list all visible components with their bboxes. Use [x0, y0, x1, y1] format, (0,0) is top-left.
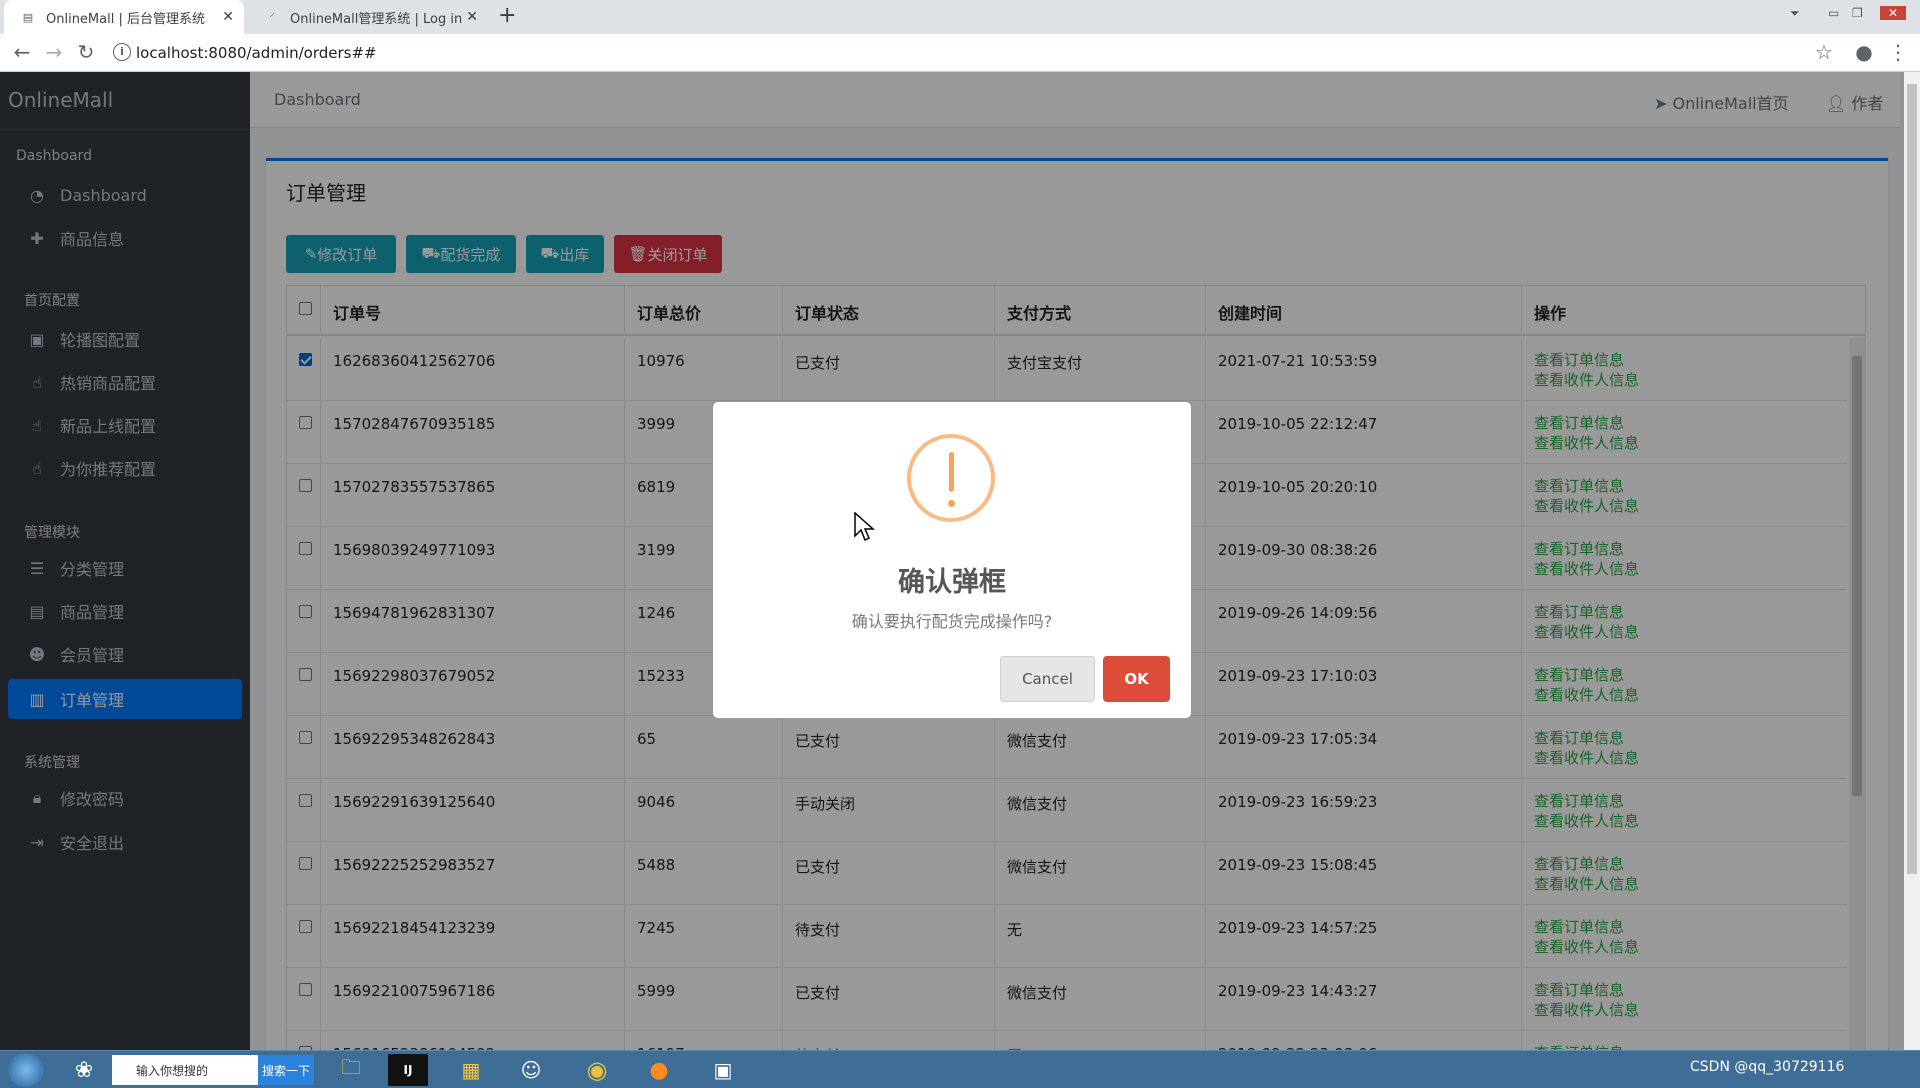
browser-toolbar: ← → ↻ i localhost:8080/admin/orders## ☆ …: [0, 34, 1920, 72]
taskbar-search-input[interactable]: 输入你想搜的: [112, 1055, 258, 1085]
reload-icon[interactable]: ↻: [74, 40, 98, 64]
intellij-app-icon[interactable]: IJ: [388, 1054, 428, 1086]
back-icon[interactable]: ←: [10, 40, 34, 64]
tab-title: OnlineMall | 后台管理系统: [46, 11, 205, 27]
tray-watermark: CSDN @qq_30729116: [1690, 1059, 1845, 1075]
forward-icon[interactable]: →: [42, 40, 66, 64]
browser-tab-strip: ▤ OnlineMall | 后台管理系统 ✕ ⸍ OnlineMall管理系统…: [0, 0, 1920, 34]
scrollbar-thumb[interactable]: [1907, 84, 1917, 874]
app-icon[interactable]: ❀: [64, 1054, 104, 1086]
terminal-app-icon[interactable]: ▣: [700, 1054, 746, 1086]
address-bar[interactable]: localhost:8080/admin/orders##: [136, 44, 377, 62]
minimize-icon[interactable]: ▭: [1828, 6, 1839, 20]
qq-app-icon[interactable]: ☺: [508, 1054, 554, 1086]
os-taskbar: ❀ 输入你想搜的 搜索一下 🗀 IJ ▦ ☺ ◉ ● ▣ CSDN @qq_30…: [0, 1050, 1920, 1088]
mouse-cursor-icon: [854, 512, 875, 542]
tab-title: OnlineMall管理系统 | Log in: [290, 11, 463, 27]
window-close-icon[interactable]: ✕: [1880, 6, 1907, 20]
close-icon[interactable]: ✕: [466, 9, 478, 25]
warning-icon: [907, 434, 995, 522]
confirm-dialog: 确认弹框 确认要执行配货完成操作吗? Cancel OK: [713, 402, 1191, 718]
page-icon: ▤: [22, 10, 34, 24]
explorer-app-icon[interactable]: ▦: [448, 1054, 494, 1086]
dialog-title: 确认弹框: [898, 567, 1006, 598]
ok-button[interactable]: OK: [1103, 656, 1170, 702]
new-tab-icon[interactable]: +: [498, 3, 516, 28]
start-button-icon[interactable]: [8, 1053, 44, 1087]
bookmark-star-icon[interactable]: ☆: [1812, 40, 1836, 64]
browser-tab-admin[interactable]: ▤ OnlineMall | 后台管理系统 ✕: [4, 0, 244, 34]
browser-tab-login[interactable]: ⸍ OnlineMall管理系统 | Log in ✕: [248, 0, 488, 34]
restore-icon[interactable]: ❐: [1852, 6, 1863, 20]
menu-icon[interactable]: ⋮: [1886, 40, 1910, 64]
folder-app-icon[interactable]: 🗀: [328, 1054, 374, 1086]
dialog-message: 确认要执行配货完成操作吗?: [851, 612, 1053, 631]
tab-search-icon[interactable]: ⏷: [1790, 6, 1800, 21]
page-scrollbar[interactable]: [1904, 72, 1920, 1050]
firefox-app-icon[interactable]: ●: [636, 1054, 682, 1086]
cancel-button[interactable]: Cancel: [1000, 656, 1095, 702]
close-icon[interactable]: ✕: [222, 9, 234, 25]
taskbar-search-button[interactable]: 搜索一下: [258, 1055, 314, 1085]
page-icon: ⸍: [269, 10, 275, 24]
chrome-app-icon[interactable]: ◉: [574, 1054, 620, 1086]
info-icon[interactable]: i: [113, 43, 131, 61]
profile-icon[interactable]: ●: [1852, 40, 1876, 64]
